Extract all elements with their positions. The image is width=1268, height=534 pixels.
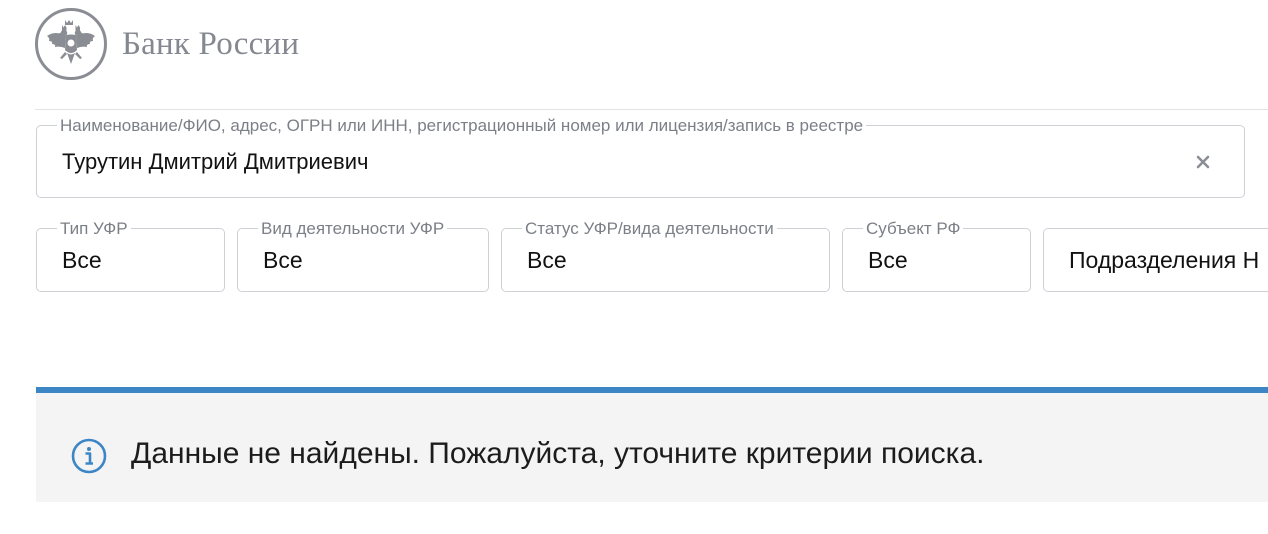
search-field[interactable]: Наименование/ФИО, адрес, ОГРН или ИНН, р… xyxy=(36,116,1245,198)
double-headed-eagle-emblem-icon xyxy=(35,8,107,80)
notice-message: Данные не найдены. Пожалуйста, уточните … xyxy=(131,437,985,470)
page: Банк России Наименование/ФИО, адрес, ОГР… xyxy=(0,0,1268,534)
filter-status-select[interactable]: Статус УФР/вида деятельности Все xyxy=(501,219,830,292)
filter-subject-value: Все xyxy=(868,246,908,273)
header-divider xyxy=(35,109,1268,110)
filter-activity-value: Все xyxy=(263,246,303,273)
bank-name: Банк России xyxy=(122,25,300,62)
filter-status-value: Все xyxy=(527,246,567,273)
filter-division-select[interactable]: Подразделения Н xyxy=(1043,228,1268,292)
filter-type-select[interactable]: Тип УФР Все xyxy=(36,219,225,292)
viewport: Банк России Наименование/ФИО, адрес, ОГР… xyxy=(0,0,1268,534)
filter-division-value: Подразделения Н xyxy=(1069,246,1260,273)
bank-logo[interactable]: Банк России xyxy=(35,8,299,80)
filter-activity-select[interactable]: Вид деятельности УФР Все xyxy=(237,219,489,292)
no-results-notice: Данные не найдены. Пожалуйста, уточните … xyxy=(36,387,1268,502)
close-icon[interactable] xyxy=(1191,150,1215,174)
filter-type-value: Все xyxy=(62,246,102,273)
info-icon xyxy=(71,438,107,474)
search-input[interactable]: Турутин Дмитрий Дмитриевич xyxy=(62,126,368,197)
filter-subject-select[interactable]: Субъект РФ Все xyxy=(842,219,1031,292)
